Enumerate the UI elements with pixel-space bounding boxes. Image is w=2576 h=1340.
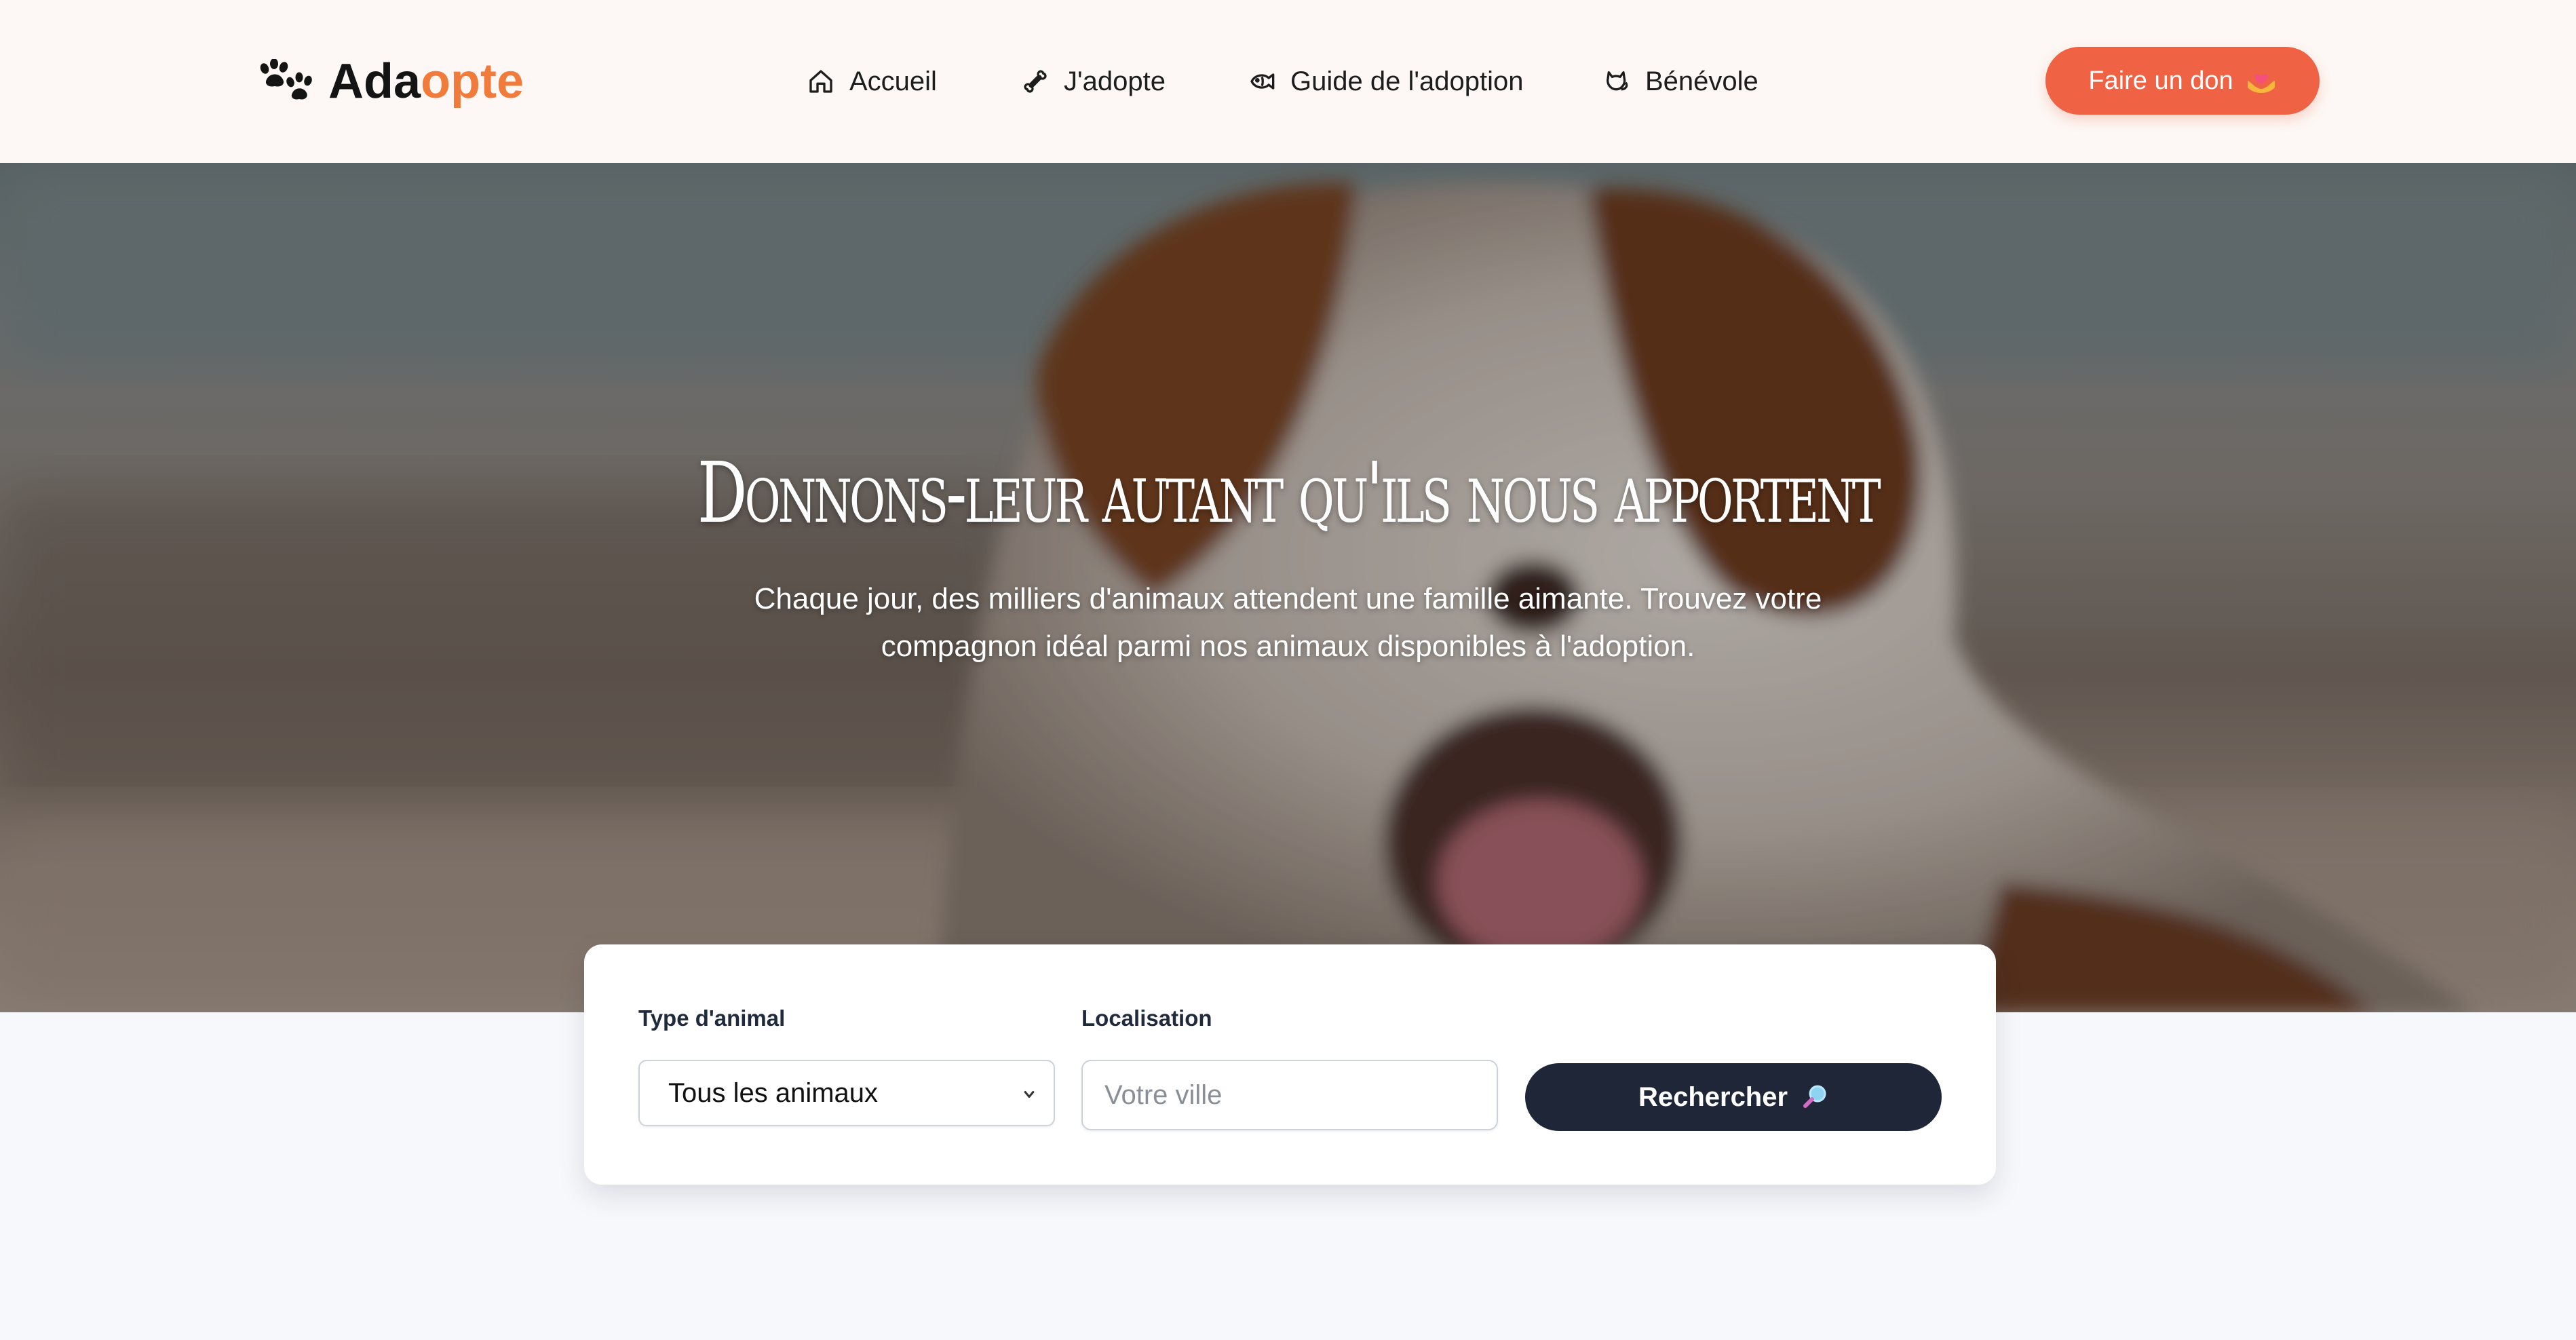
paw-icon bbox=[260, 59, 312, 100]
search-card: Type d'animal Localisation Tous les anim… bbox=[584, 944, 1996, 1185]
bone-icon bbox=[1024, 70, 1047, 93]
donate-button-label: Faire un don bbox=[2088, 66, 2233, 95]
hero-section: Donnons-leur autant qu'ils nous apporten… bbox=[0, 163, 2576, 1012]
chevron-down-icon bbox=[1024, 1090, 1035, 1098]
location-label: Localisation bbox=[1081, 1006, 1212, 1031]
donate-button[interactable]: Faire un don bbox=[2045, 47, 2320, 115]
hero-title: Donnons-leur autant qu'ils nous apporten… bbox=[697, 444, 1881, 542]
nav-item-label: Guide de l'adoption bbox=[1290, 66, 1524, 96]
search-button-label: Rechercher bbox=[1638, 1081, 1788, 1112]
animal-type-label: Type d'animal bbox=[638, 1006, 786, 1031]
animal-type-selected: Tous les animaux bbox=[668, 1077, 879, 1108]
site-header: Adaopte Accueil J'adopte Guide de l'adop… bbox=[0, 0, 2576, 163]
fish-icon bbox=[1250, 73, 1275, 90]
hero-subtitle: Chaque jour, des milliers d'animaux atte… bbox=[754, 582, 1822, 663]
brand-name-part1: Ada bbox=[328, 54, 421, 109]
nav-item-label: J'adopte bbox=[1064, 66, 1166, 96]
nav-item-label: Bénévole bbox=[1645, 66, 1758, 96]
location-input[interactable] bbox=[1081, 1060, 1498, 1130]
heart-hands-icon bbox=[2247, 73, 2275, 93]
magnifier-icon bbox=[1803, 1085, 1826, 1108]
brand-name-part2: opte bbox=[421, 54, 524, 109]
nav-item-accueil[interactable]: Accueil bbox=[807, 60, 937, 103]
cat-icon bbox=[1607, 71, 1628, 91]
animal-type-select[interactable]: Tous les animaux bbox=[638, 1060, 1055, 1126]
home-icon bbox=[809, 70, 832, 93]
brand-logo[interactable]: Adaopte bbox=[258, 47, 524, 115]
nav-item-guide[interactable]: Guide de l'adoption bbox=[1248, 60, 1523, 103]
nav-item-jadopte[interactable]: J'adopte bbox=[1022, 60, 1166, 103]
nav-item-benevole[interactable]: Bénévole bbox=[1603, 60, 1758, 103]
search-button[interactable]: Rechercher bbox=[1525, 1063, 1942, 1131]
brand-name: Adaopte bbox=[328, 57, 524, 106]
nav-item-label: Accueil bbox=[849, 66, 937, 96]
